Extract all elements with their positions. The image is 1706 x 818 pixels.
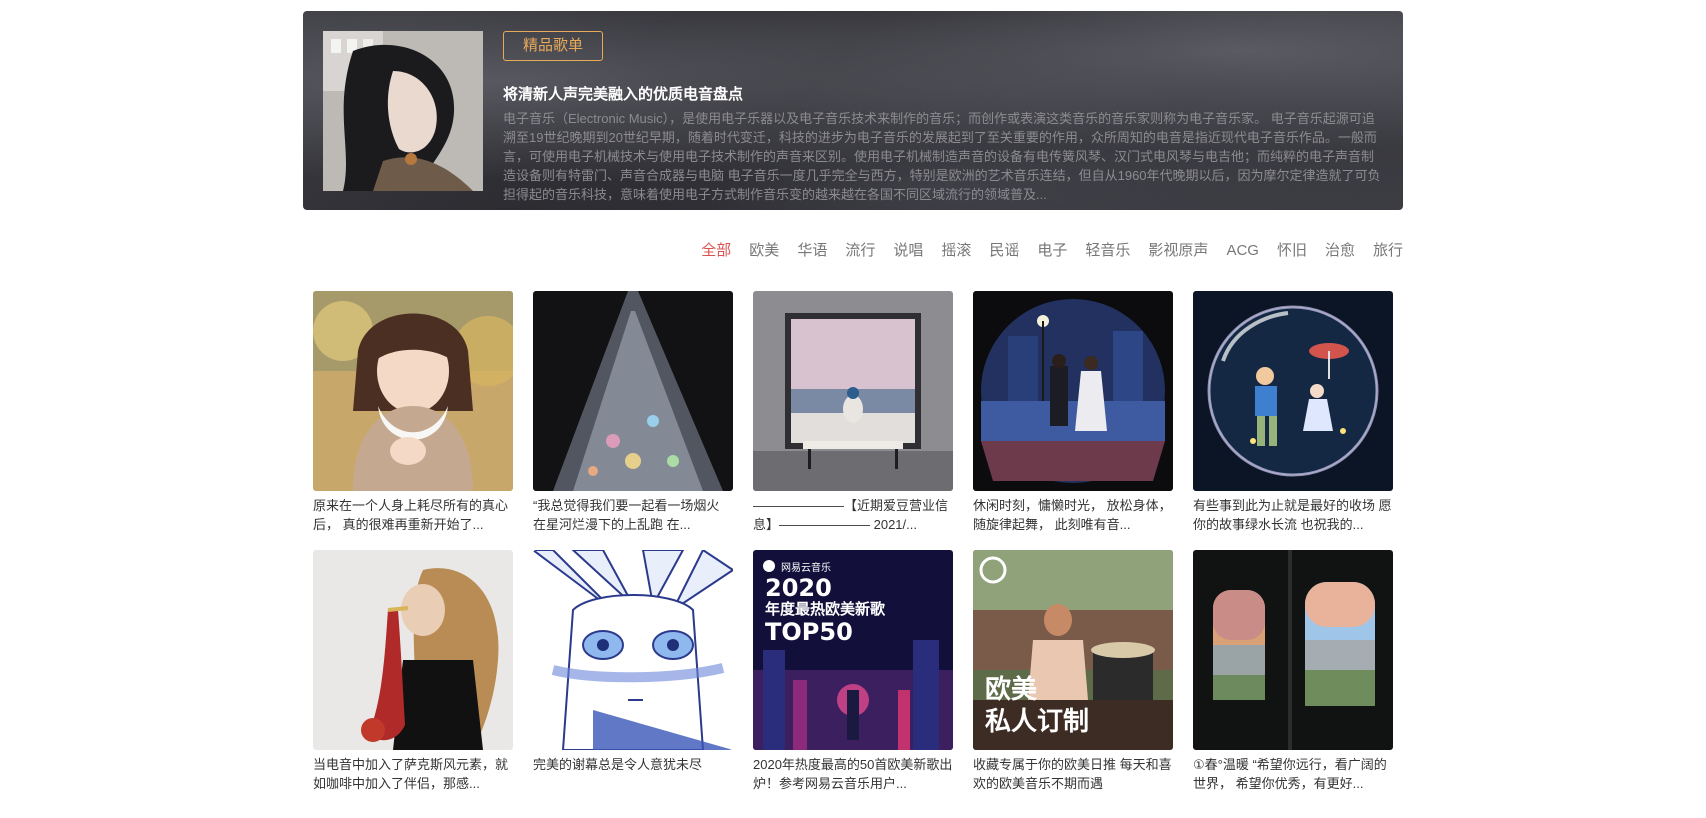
category-tab[interactable]: ACG [1226, 241, 1259, 263]
playlist-title[interactable]: 有些事到此为止就是最好的收场 愿你的故事绿水长流 也祝我的... [1193, 496, 1393, 534]
cover-line: 欧美 [985, 674, 1037, 705]
cover-brand-text: 网易云音乐 [781, 561, 831, 574]
category-tab[interactable]: 怀旧 [1277, 241, 1307, 263]
playlist-cover-image[interactable] [313, 291, 513, 491]
playlist-title[interactable]: 完美的谢幕总是令人意犹未尽 [533, 755, 733, 793]
category-tab[interactable]: 摇滚 [941, 241, 971, 263]
playlist-title[interactable]: “我总觉得我们要一起看一场烟火 在星河烂漫下的上乱跑 在... [533, 496, 733, 534]
category-tab[interactable]: 旅行 [1373, 241, 1403, 263]
cover-line: 年度最热欧美新歌 [765, 600, 886, 618]
playlist-title[interactable]: 休闲时刻，慵懒时光， 放松身体，随旋律起舞， 此刻唯有音... [973, 496, 1173, 534]
category-tab[interactable]: 说唱 [893, 241, 923, 263]
playlist-cover-image[interactable] [1193, 291, 1393, 491]
playlist-grid: 原来在一个人身上耗尽所有的真心后， 真的很难再重新开始了... “我总觉得我们要… [313, 291, 1395, 793]
featured-playlist-banner[interactable]: 精品歌单 将清新人声完美融入的优质电音盘点 电子音乐（Electronic Mu… [303, 11, 1403, 210]
playlist-cover-image[interactable] [1193, 550, 1393, 750]
playlist-title[interactable]: 原来在一个人身上耗尽所有的真心后， 真的很难再重新开始了... [313, 496, 513, 534]
category-tab[interactable]: 全部 [701, 241, 731, 263]
playlist-title[interactable]: ①春°温暖 “希望你远行，看广阔的世界， 希望你优秀，有更好... [1193, 755, 1393, 793]
playlist-card[interactable]: “我总觉得我们要一起看一场烟火 在星河烂漫下的上乱跑 在... [533, 291, 733, 534]
playlist-cover-image[interactable] [313, 550, 513, 750]
playlist-card[interactable]: ①春°温暖 “希望你远行，看广阔的世界， 希望你优秀，有更好... [1193, 550, 1393, 793]
category-tab[interactable]: 流行 [845, 241, 875, 263]
playlist-title[interactable]: 当电音中加入了萨克斯风元素，就如咖啡中加入了伴侣，那感... [313, 755, 513, 793]
playlist-cover-image[interactable] [533, 550, 733, 750]
playlist-card[interactable]: 休闲时刻，慵懒时光， 放松身体，随旋律起舞， 此刻唯有音... [973, 291, 1173, 534]
playlist-title[interactable]: 2020年热度最高的50首欧美新歌出炉！参考网易云音乐用户... [753, 755, 953, 793]
playlist-card[interactable]: 原来在一个人身上耗尽所有的真心后， 真的很难再重新开始了... [313, 291, 513, 534]
category-tab[interactable]: 治愈 [1325, 241, 1355, 263]
banner-title[interactable]: 将清新人声完美融入的优质电音盘点 [503, 83, 1383, 104]
cover-line: TOP50 [765, 618, 853, 646]
playlist-card[interactable]: 网易云音乐 2020 年度最热欧美新歌 TOP50 2020年热度最高的50首欧美… [753, 550, 953, 793]
cover-line: 私人订制 [985, 707, 1089, 737]
playlist-card[interactable]: 当电音中加入了萨克斯风元素，就如咖啡中加入了伴侣，那感... [313, 550, 513, 793]
category-nav: 全部 欧美 华语 流行 说唱 摇滚 民谣 电子 轻音乐 影视原声 ACG 怀旧 治愈 旅行 [683, 241, 1403, 263]
playlist-title[interactable]: 收藏专属于你的欧美日推 每天和喜欢的欧美音乐不期而遇 [973, 755, 1173, 793]
playlist-cover-image[interactable] [533, 291, 733, 491]
category-tab[interactable]: 轻音乐 [1085, 241, 1130, 263]
banner-description: 电子音乐（Electronic Music），是使用电子乐器以及电子音乐技术来制… [503, 111, 1381, 201]
playlist-cover-image[interactable]: 网易云音乐 2020 年度最热欧美新歌 TOP50 [753, 550, 953, 750]
playlist-cover-image[interactable]: 欧美 私人订制 [973, 550, 1173, 750]
premium-playlist-badge[interactable]: 精品歌单 [503, 31, 603, 61]
cover-line: 2020 [765, 574, 832, 602]
category-tab[interactable]: 影视原声 [1148, 241, 1208, 263]
category-tab[interactable]: 华语 [797, 241, 827, 263]
banner-cover-image[interactable] [323, 31, 483, 191]
playlist-card[interactable]: ———————【近期爱豆营业信息】——————— 2021/... [753, 291, 953, 534]
playlist-cover-image[interactable] [753, 291, 953, 491]
category-tab[interactable]: 欧美 [749, 241, 779, 263]
playlist-title[interactable]: ———————【近期爱豆营业信息】——————— 2021/... [753, 496, 953, 534]
playlist-card[interactable]: 有些事到此为止就是最好的收场 愿你的故事绿水长流 也祝我的... [1193, 291, 1393, 534]
playlist-cover-image[interactable] [973, 291, 1173, 491]
playlist-card[interactable]: 欧美 私人订制收藏专属于你的欧美日推 每天和喜欢的欧美音乐不期而遇 [973, 550, 1173, 793]
playlist-card[interactable]: 完美的谢幕总是令人意犹未尽 [533, 550, 733, 793]
category-tab[interactable]: 电子 [1037, 241, 1067, 263]
category-tab[interactable]: 民谣 [989, 241, 1019, 263]
